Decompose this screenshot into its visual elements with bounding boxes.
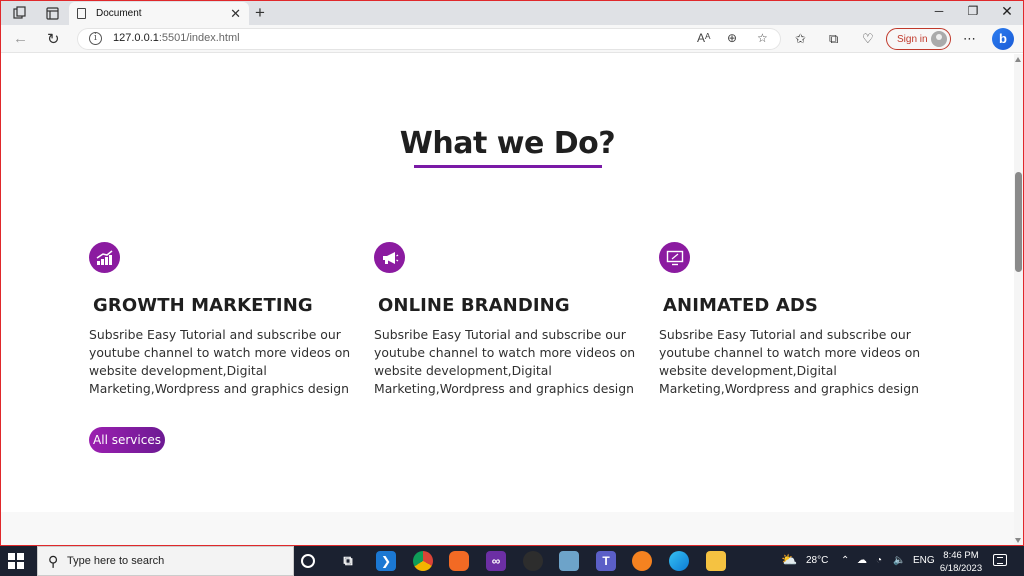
search-placeholder: Type here to search (67, 555, 165, 567)
browser-essentials-icon[interactable]: ♡ (862, 31, 874, 47)
more-options-icon[interactable]: ⋯ (963, 31, 976, 47)
refresh-icon[interactable]: ↻ (47, 30, 60, 48)
document-icon (77, 8, 86, 19)
browser-window: Document ✕ + ─ ❐ ✕ ← ↻ i 127.0.0.1:5501/… (0, 0, 1024, 546)
favorites-icon[interactable]: ✩ (795, 31, 806, 47)
sign-in-button[interactable]: Sign in (886, 28, 951, 50)
section-heading: What we Do? (399, 126, 616, 161)
vscode-icon[interactable]: ❯ (376, 551, 396, 571)
megaphone-icon (374, 242, 405, 273)
scroll-thumb[interactable] (1015, 172, 1022, 272)
bing-chat-icon[interactable]: b (992, 28, 1014, 50)
address-row: ← ↻ i 127.0.0.1:5501/index.html Aᴬ ⊕ ☆ ✩… (1, 25, 1023, 53)
service-description: Subsribe Easy Tutorial and subscribe our… (374, 327, 636, 396)
taskbar: ⚲ Type here to search ⧉ ❯ ∞ T ⛅ 28°C ⌃ ☁… (0, 546, 1024, 576)
url-text[interactable]: 127.0.0.1:5501/index.html (113, 32, 240, 44)
temperature[interactable]: 28°C (806, 555, 828, 566)
favorite-star-icon[interactable]: ☆ (757, 31, 768, 45)
service-title: ONLINE BRANDING (378, 295, 570, 316)
service-description: Subsribe Easy Tutorial and subscribe our… (659, 327, 921, 396)
scrollbar[interactable] (1014, 54, 1023, 545)
minimize-icon[interactable]: ─ (929, 4, 949, 18)
task-view-icon[interactable]: ⧉ (338, 551, 358, 571)
restore-icon[interactable]: ❐ (963, 4, 983, 18)
github-desktop-icon[interactable] (523, 551, 543, 571)
heading-underline (414, 165, 602, 168)
page-content: What we Do? GROWTH MARKETING Subsribe Ea… (1, 54, 1014, 545)
service-description: Subsribe Easy Tutorial and subscribe our… (89, 327, 351, 396)
monitor-icon (659, 242, 690, 273)
address-bar[interactable]: i 127.0.0.1:5501/index.html Aᴬ ⊕ ☆ (77, 28, 781, 50)
time: 8:46 PM (943, 550, 979, 561)
date: 6/18/2023 (939, 563, 983, 574)
taskbar-search[interactable]: ⚲ Type here to search (37, 546, 294, 576)
brave-icon[interactable] (449, 551, 469, 571)
volume-icon[interactable]: 🔈 (893, 555, 905, 566)
tab-title: Document (96, 8, 142, 19)
close-tab-icon[interactable]: ✕ (230, 6, 241, 22)
tab-document[interactable]: Document ✕ (69, 2, 249, 25)
collections-icon[interactable]: ⧉ (829, 31, 838, 47)
tab-actions-icon[interactable] (43, 4, 61, 22)
notepad-icon[interactable] (559, 551, 579, 571)
windows-start-icon[interactable] (8, 553, 24, 569)
new-tab-icon[interactable]: + (255, 3, 265, 23)
tab-bar: Document ✕ + ─ ❐ ✕ (1, 1, 1023, 25)
tray-chevron-icon[interactable]: ⌃ (841, 555, 849, 566)
back-icon[interactable]: ← (13, 30, 28, 47)
notifications-icon[interactable] (993, 554, 1007, 566)
chrome-icon[interactable] (413, 551, 433, 571)
clock[interactable]: 8:46 PM 6/18/2023 (937, 549, 985, 575)
service-card-branding: ONLINE BRANDING Subsribe Easy Tutorial a… (374, 242, 644, 398)
zoom-icon[interactable]: ⊕ (727, 31, 737, 45)
scroll-up-icon[interactable] (1015, 57, 1021, 62)
scroll-down-icon[interactable] (1015, 538, 1021, 543)
all-services-button[interactable]: All services (89, 427, 165, 453)
cortana-icon[interactable] (301, 554, 315, 568)
growth-chart-icon (89, 242, 120, 273)
visual-studio-icon[interactable]: ∞ (486, 551, 506, 571)
read-aloud-icon[interactable]: Aᴬ (697, 31, 710, 45)
file-explorer-icon[interactable] (706, 551, 726, 571)
edge-icon[interactable] (669, 551, 689, 571)
sublime-icon[interactable] (632, 551, 652, 571)
site-info-icon[interactable]: i (89, 32, 102, 45)
weather-icon[interactable]: ⛅ (781, 552, 797, 568)
service-card-ads: ANIMATED ADS Subsribe Easy Tutorial and … (659, 242, 929, 398)
onedrive-icon[interactable]: ☁ (857, 555, 867, 566)
profile-avatar-icon (931, 31, 947, 47)
network-icon[interactable]: ◔ (876, 555, 882, 566)
language-indicator[interactable]: ENG (913, 555, 935, 566)
search-icon: ⚲ (48, 553, 59, 569)
service-title: ANIMATED ADS (663, 295, 818, 316)
service-card-growth: GROWTH MARKETING Subsribe Easy Tutorial … (89, 242, 359, 398)
close-window-icon[interactable]: ✕ (997, 3, 1017, 20)
service-title: GROWTH MARKETING (93, 295, 313, 316)
workspaces-icon[interactable] (11, 4, 29, 22)
next-section (1, 512, 1014, 545)
teams-icon[interactable]: T (596, 551, 616, 571)
